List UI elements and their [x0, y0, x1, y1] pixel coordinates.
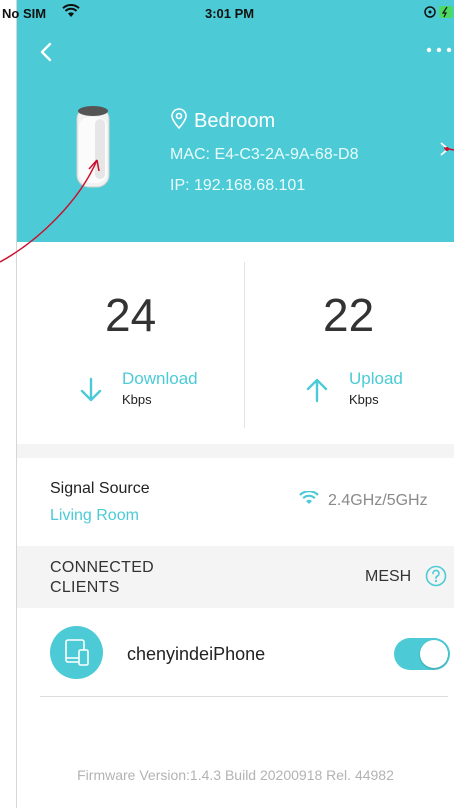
upload-speed-value: 22	[323, 289, 375, 341]
section-separator	[17, 444, 454, 458]
firmware-version: Firmware Version:1.4.3 Build 20200918 Re…	[77, 767, 394, 783]
signal-band-label: 2.4GHz/5GHz	[328, 491, 428, 509]
carrier-label: No SIM	[2, 6, 47, 21]
signal-band: 2.4GHz/5GHz	[298, 490, 428, 510]
battery-icon	[424, 5, 454, 22]
connected-clients-header: CONNECTED CLIENTS MESH	[17, 546, 454, 608]
upload-label: Upload	[349, 369, 403, 388]
chevron-right-icon[interactable]	[438, 140, 452, 163]
wifi-status-icon	[62, 4, 80, 21]
client-device-icon	[50, 626, 103, 679]
toggle-knob	[420, 640, 448, 668]
download-unit: Kbps	[122, 392, 152, 407]
clients-title-line1: CONNECTED	[50, 559, 155, 576]
download-speed-value: 24	[105, 289, 157, 341]
client-name: chenyindeiPhone	[127, 644, 266, 664]
deco-device-image	[75, 103, 111, 189]
speed-divider	[244, 262, 245, 428]
signal-source-value: Living Room	[50, 507, 139, 524]
upload-unit: Kbps	[349, 392, 379, 407]
back-arrow-icon[interactable]	[35, 40, 59, 64]
clients-title-line2: CLIENTS	[50, 579, 120, 596]
device-name-row[interactable]: Bedroom	[170, 107, 276, 135]
device-name: Bedroom	[194, 109, 276, 132]
help-icon[interactable]	[425, 565, 447, 587]
download-arrow-icon	[79, 376, 103, 404]
client-toggle[interactable]	[394, 638, 450, 670]
device-mac: MAC: E4-C3-2A-9A-68-D8	[170, 146, 359, 163]
signal-source-title: Signal Source	[50, 480, 150, 497]
status-time: 3:01 PM	[205, 6, 255, 21]
location-pin-icon	[170, 107, 188, 135]
mesh-label: MESH	[365, 568, 412, 585]
upload-arrow-icon	[305, 376, 329, 404]
device-ip: IP: 192.168.68.101	[170, 177, 306, 194]
more-options-icon[interactable]	[424, 40, 454, 60]
client-row[interactable]: chenyindeiPhone	[40, 620, 450, 697]
wifi-signal-icon	[298, 490, 320, 510]
status-bar: No SIM 3:01 PM	[0, 0, 454, 26]
connected-clients-title: CONNECTED CLIENTS	[50, 558, 154, 598]
download-label: Download	[122, 369, 198, 388]
